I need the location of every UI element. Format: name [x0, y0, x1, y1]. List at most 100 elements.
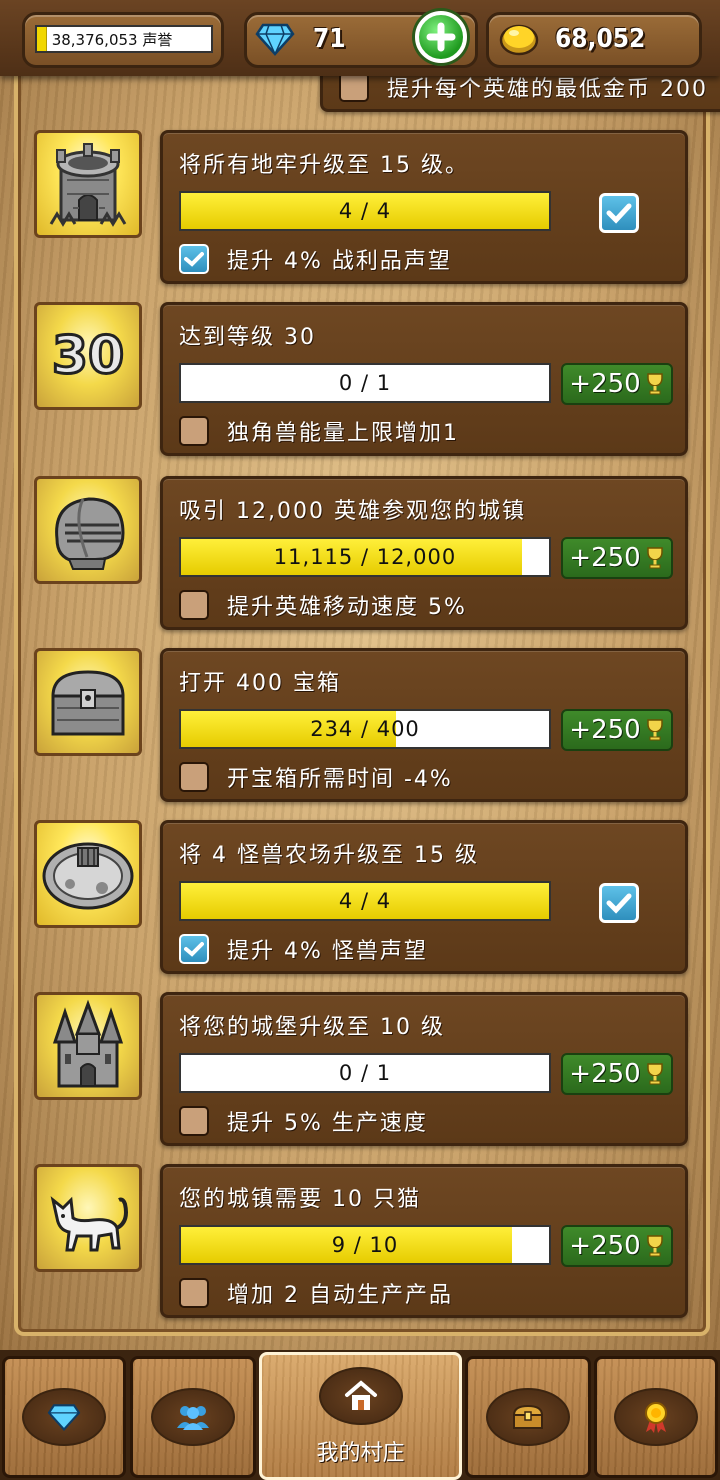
nav-label: 我的村庄 [316, 1441, 405, 1466]
claim-reward-button[interactable]: +250 [561, 1225, 673, 1267]
treasure-chest-icon [34, 648, 142, 756]
achievement-title: 将 4 怪兽农场升级至 15 级 [179, 843, 479, 868]
claim-reward-button[interactable]: +250 [561, 537, 673, 579]
progress-bar: 9 / 10 [179, 1225, 551, 1265]
trophy-icon [646, 1063, 663, 1085]
nav-heroes-button[interactable] [130, 1356, 256, 1478]
perk-row: 开宝箱所需时间 -4% [179, 761, 453, 793]
perk-row: 增加 2 自动生产产品 [179, 1277, 453, 1309]
achievement-card: 将所有地牢升级至 15 级。 4 / 4 提升 4% 战利品声望 [160, 130, 688, 284]
monster-farm-icon [34, 820, 142, 928]
fame-display[interactable]: 38,376,053 声誉 [22, 12, 224, 68]
achievement-card: 您的城镇需要 10 只猫 9 / 10 +250 增加 2 自动生产产品 [160, 1164, 688, 1318]
castle-icon [34, 992, 142, 1100]
nav-achievements-button[interactable] [594, 1356, 718, 1478]
reward-amount: +250 [569, 715, 641, 745]
nav-oval [151, 1388, 235, 1446]
gems-display[interactable]: 71 [244, 11, 478, 68]
perk-checkbox[interactable] [179, 934, 209, 964]
perk-text: 提升 4% 怪兽声望 [227, 939, 428, 964]
achievement-card: 达到等级 30 0 / 1 +250 独角兽能量上限增加1 [160, 302, 688, 456]
achievement-card: 将 4 怪兽农场升级至 15 级 4 / 4 提升 4% 怪兽声望 [160, 820, 688, 974]
perk-row: 提升 4% 战利品声望 [179, 243, 452, 275]
status-bar: 38,376,053 声誉 71 68,052 [0, 0, 720, 76]
achievement-title: 打开 400 宝箱 [179, 671, 341, 696]
perk-checkbox[interactable] [179, 1106, 209, 1136]
plus-icon [426, 22, 456, 52]
progress-text: 234 / 400 [310, 717, 420, 741]
gold-count: 68,052 [555, 24, 646, 54]
perk-checkbox[interactable] [179, 590, 209, 620]
dungeon-tower-icon [34, 130, 142, 238]
claim-reward-button[interactable]: +250 [561, 1053, 673, 1095]
nav-my-village-button[interactable]: 我的村庄 [259, 1352, 462, 1480]
progress-text: 11,115 / 12,000 [273, 545, 457, 569]
progress-bar: 4 / 4 [179, 881, 551, 921]
perk-text: 开宝箱所需时间 -4% [227, 767, 453, 792]
trophy-icon [646, 547, 663, 569]
achievement-list[interactable]: 提升每个英雄的最低金币 200 将所有地牢升级至 15 级。 4 / 4 提升 … [0, 0, 720, 1350]
diamond-icon [255, 23, 295, 56]
progress-text: 0 / 1 [338, 1061, 392, 1085]
heroes-icon [177, 1406, 209, 1430]
perk-row: 提升 5% 生产速度 [179, 1105, 428, 1137]
achievement-card: 打开 400 宝箱 234 / 400 +250 开宝箱所需时间 -4% [160, 648, 688, 802]
progress-bar: 0 / 1 [179, 1053, 551, 1093]
perk-checkbox[interactable] [339, 72, 369, 102]
nav-oval [318, 1367, 403, 1425]
claim-reward-button[interactable]: +250 [561, 363, 673, 405]
fame-box: 38,376,053 声誉 [35, 25, 213, 53]
nav-gems-button[interactable] [2, 1356, 126, 1478]
perk-checkbox[interactable] [179, 244, 209, 274]
perk-row: 独角兽能量上限增加1 [179, 415, 459, 447]
perk-checkbox[interactable] [179, 416, 209, 446]
reward-amount: +250 [569, 369, 641, 399]
achievement-row: 30 达到等级 30 0 / 1 +250 独角兽能量上限增加1 [0, 302, 720, 460]
buy-gems-button[interactable] [415, 11, 467, 63]
achievement-row: 将所有地牢升级至 15 级。 4 / 4 提升 4% 战利品声望 [0, 130, 720, 288]
trophy-icon [646, 373, 663, 395]
achievement-row: 吸引 12,000 英雄参观您的城镇 11,115 / 12,000 +250 … [0, 476, 720, 634]
fame-progress-fill [37, 27, 47, 51]
gem-count: 71 [313, 24, 346, 54]
gold-coin-icon [499, 24, 539, 56]
reward-amount: +250 [569, 543, 641, 573]
perk-row: 提升 4% 怪兽声望 [179, 933, 428, 965]
progress-text: 4 / 4 [338, 889, 392, 913]
achievement-card: 将您的城堡升级至 10 级 0 / 1 +250 提升 5% 生产速度 [160, 992, 688, 1146]
completed-check-icon [599, 193, 639, 233]
level-number: 30 [50, 325, 125, 388]
progress-bar: 4 / 4 [179, 191, 551, 231]
progress-text: 9 / 10 [331, 1233, 399, 1257]
perk-row: 提升英雄移动速度 5% [179, 589, 467, 621]
achievement-title: 将您的城堡升级至 10 级 [179, 1015, 445, 1040]
achievement-title: 吸引 12,000 英雄参观您的城镇 [179, 499, 526, 524]
perk-text: 独角兽能量上限增加1 [227, 421, 459, 446]
level-30-icon: 30 [34, 302, 142, 410]
nav-chest-button[interactable] [465, 1356, 591, 1478]
perk-text: 提升英雄移动速度 5% [227, 595, 467, 620]
nav-oval [614, 1388, 698, 1446]
chest-icon [512, 1404, 544, 1429]
progress-text: 4 / 4 [338, 199, 392, 223]
reward-amount: +250 [569, 1059, 641, 1089]
achievement-row: 您的城镇需要 10 只猫 9 / 10 +250 增加 2 自动生产产品 [0, 1164, 720, 1322]
perk-checkbox[interactable] [179, 762, 209, 792]
gem-icon [47, 1404, 81, 1432]
nav-oval [22, 1388, 106, 1446]
claim-reward-button[interactable]: +250 [561, 709, 673, 751]
trophy-icon [646, 1235, 663, 1257]
bottom-nav: 我的村庄 [0, 1350, 720, 1480]
knight-helmet-icon [34, 476, 142, 584]
achievement-card: 吸引 12,000 英雄参观您的城镇 11,115 / 12,000 +250 … [160, 476, 688, 630]
progress-text: 0 / 1 [338, 371, 392, 395]
achievement-title: 达到等级 30 [179, 325, 316, 350]
reward-amount: +250 [569, 1231, 641, 1261]
perk-checkbox[interactable] [179, 1278, 209, 1308]
gold-display[interactable]: 68,052 [486, 12, 702, 68]
achievement-row: 将 4 怪兽农场升级至 15 级 4 / 4 提升 4% 怪兽声望 [0, 820, 720, 978]
cat-icon [34, 1164, 142, 1272]
progress-bar: 0 / 1 [179, 363, 551, 403]
medal-icon [645, 1402, 667, 1433]
nav-oval [486, 1388, 570, 1446]
